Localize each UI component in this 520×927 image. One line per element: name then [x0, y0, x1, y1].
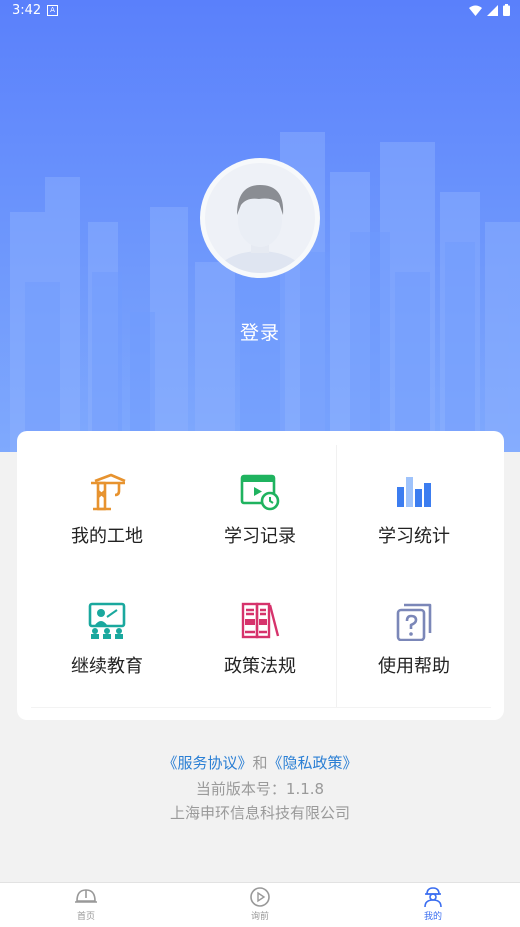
menu-item-label: 我的工地 [71, 526, 143, 547]
status-bar: 3:42 A [0, 0, 520, 22]
service-agreement-link[interactable]: 《服务协议》 [162, 754, 252, 772]
tab-home[interactable]: 首页 [56, 886, 116, 922]
help-question-icon [396, 603, 432, 641]
signal-icon [487, 4, 498, 16]
login-link[interactable]: 登录 [0, 318, 520, 345]
company-name: 上海申环信息科技有限公司 [169, 804, 350, 822]
menu-item-help[interactable]: 使用帮助 [337, 561, 491, 691]
and-text: 和 [252, 754, 268, 772]
tab-inquiry[interactable]: 询前 [230, 886, 290, 922]
menu-item-study-statistics[interactable]: 学习统计 [337, 431, 491, 561]
privacy-policy-link[interactable]: 《隐私政策》 [268, 754, 358, 772]
tab-label: 询前 [250, 912, 269, 922]
menu-item-label: 政策法规 [224, 656, 296, 677]
menu-item-label: 学习记录 [224, 526, 296, 547]
bar-chart-icon [397, 477, 431, 507]
notification-icon: A [47, 5, 58, 16]
profile-header: 3:42 A 登录 [0, 0, 520, 452]
status-time: 3:42 [12, 3, 42, 18]
tab-label: 首页 [76, 912, 95, 922]
helmet-icon [75, 889, 97, 903]
divider [31, 707, 491, 708]
agreement-line: 《服务协议》和《隐私政策》 [0, 752, 520, 773]
play-circle-icon [250, 887, 270, 907]
feature-menu-card: 我的工地 学习记录 学习统计 继续教育 政策法规 使用帮助 [17, 431, 504, 720]
crane-icon [91, 473, 126, 511]
tab-label: 我的 [423, 912, 442, 922]
battery-icon [503, 4, 510, 16]
tab-mine[interactable]: 我的 [403, 886, 463, 922]
menu-item-policies-regulations[interactable]: 政策法规 [183, 561, 337, 691]
bottom-tab-bar: 首页 询前 我的 [0, 882, 520, 927]
wifi-icon [469, 5, 482, 16]
video-record-icon [240, 474, 280, 511]
law-books-icon [241, 602, 280, 639]
user-avatar[interactable] [200, 158, 320, 278]
worker-person-icon [424, 887, 442, 908]
menu-item-my-site[interactable]: 我的工地 [30, 431, 184, 561]
teaching-board-icon [88, 602, 126, 639]
menu-item-label: 学习统计 [378, 526, 450, 547]
menu-item-study-records[interactable]: 学习记录 [183, 431, 337, 561]
default-avatar-icon [213, 185, 307, 273]
version-text: 当前版本号：1.1.8 [195, 780, 325, 798]
menu-item-label: 使用帮助 [378, 656, 450, 677]
menu-item-label: 继续教育 [71, 656, 143, 677]
menu-item-continuing-education[interactable]: 继续教育 [30, 561, 184, 691]
